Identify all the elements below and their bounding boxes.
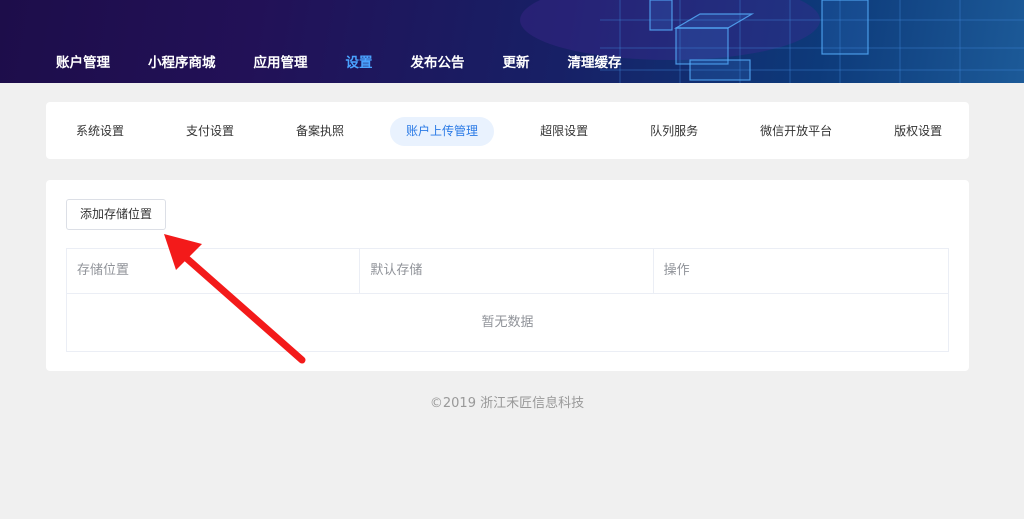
add-storage-button[interactable]: 添加存储位置 bbox=[66, 199, 166, 230]
settings-tabs: 系统设置 支付设置 备案执照 账户上传管理 超限设置 队列服务 微信开放平台 版… bbox=[60, 117, 988, 146]
tab-copyright-settings[interactable]: 版权设置 bbox=[878, 117, 958, 146]
nav-item-clear-cache[interactable]: 清理缓存 bbox=[568, 52, 622, 76]
column-header-actions: 操作 bbox=[663, 263, 690, 278]
tab-limit-settings[interactable]: 超限设置 bbox=[524, 117, 604, 146]
footer-copyright: ©2019 浙江禾匠信息科技 bbox=[429, 396, 585, 411]
column-header-default-storage: 默认存储 bbox=[360, 249, 654, 293]
settings-tabs-panel: 系统设置 支付设置 备案执照 账户上传管理 超限设置 队列服务 微信开放平台 版… bbox=[46, 102, 969, 159]
red-arrow-icon bbox=[164, 234, 306, 364]
tab-payment-settings[interactable]: 支付设置 bbox=[170, 117, 250, 146]
top-header: 账户管理 小程序商城 应用管理 设置 发布公告 更新 清理缓存 bbox=[0, 0, 1024, 83]
tab-system-settings[interactable]: 系统设置 bbox=[60, 117, 140, 146]
top-nav: 账户管理 小程序商城 应用管理 设置 发布公告 更新 清理缓存 bbox=[56, 52, 660, 76]
tab-filing-license[interactable]: 备案执照 bbox=[280, 117, 360, 146]
nav-item-settings[interactable]: 设置 bbox=[346, 52, 373, 76]
nav-item-account[interactable]: 账户管理 bbox=[56, 52, 110, 76]
nav-item-announcement[interactable]: 发布公告 bbox=[411, 52, 465, 76]
nav-item-mini-program-mall[interactable]: 小程序商城 bbox=[148, 52, 216, 76]
nav-item-update[interactable]: 更新 bbox=[503, 52, 530, 76]
tab-queue-service[interactable]: 队列服务 bbox=[634, 117, 714, 146]
tab-upload-management[interactable]: 账户上传管理 bbox=[390, 117, 495, 146]
tab-wechat-open-platform[interactable]: 微信开放平台 bbox=[744, 117, 848, 146]
nav-item-app-management[interactable]: 应用管理 bbox=[254, 52, 308, 76]
